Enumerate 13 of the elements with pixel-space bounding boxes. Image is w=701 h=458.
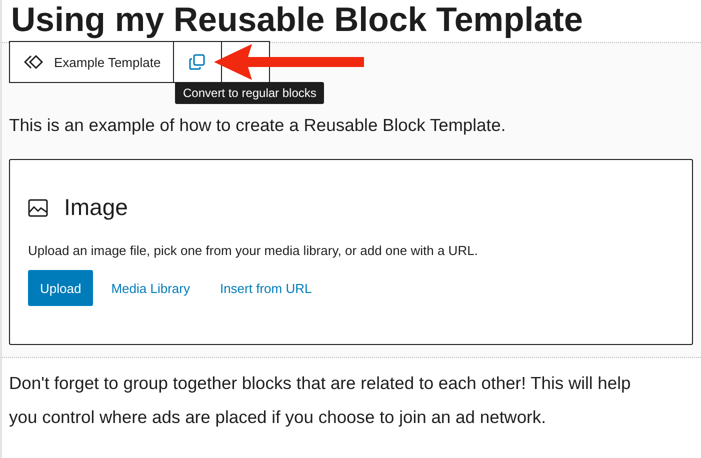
link-button[interactable]: Insert from URL	[208, 270, 324, 306]
placeholder-instructions: Upload an image file, pick one from your media library, or add one with a URL.	[28, 243, 479, 258]
paragraph-text: Don't forget to group together blocks that are related to each other! This will help you control where ads are placed if you choose to join an ad network.	[8, 372, 632, 429]
copy-icon	[188, 53, 206, 71]
arrow-icon	[214, 44, 364, 80]
tooltip: Convert to regular blocks	[175, 82, 324, 104]
page-heading: Using my Reusable Block Template	[10, 0, 584, 40]
diamond-icon	[24, 54, 44, 70]
intro-text: This is an example of how to create a Reusable Block Template.	[9, 114, 507, 137]
placeholder-title: Image	[64, 194, 128, 221]
link-button[interactable]: Media Library	[99, 270, 202, 306]
image-icon	[28, 198, 48, 216]
upload-button[interactable]: Upload	[28, 270, 94, 306]
